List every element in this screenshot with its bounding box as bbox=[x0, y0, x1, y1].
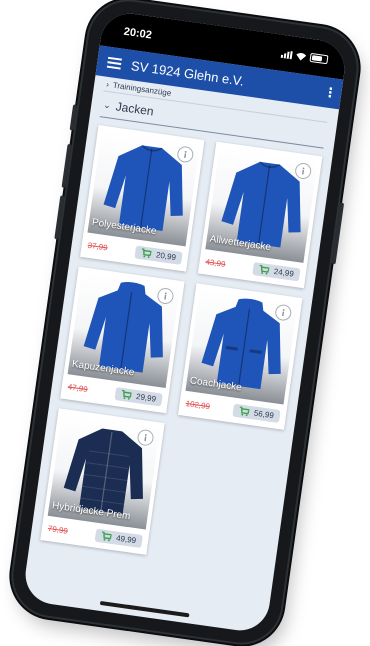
product-image: Kapuzenjacke bbox=[67, 271, 181, 388]
price: 24,99 bbox=[273, 266, 295, 279]
stage: 20:02 SV 1924 Glehn e.V. ⋮ › Trainingsan… bbox=[0, 0, 370, 646]
old-price: 79,99 bbox=[47, 523, 69, 536]
price: 29,99 bbox=[135, 391, 157, 404]
product-card[interactable]: Polyesterjacke 37,99 20,99 bbox=[80, 125, 205, 272]
price: 56,99 bbox=[253, 408, 275, 421]
section-title: Jacken bbox=[114, 99, 155, 119]
add-to-cart-button[interactable]: 29,99 bbox=[114, 387, 163, 407]
phone-volume-up bbox=[61, 143, 72, 189]
phone-side-button bbox=[69, 104, 78, 131]
cart-icon bbox=[121, 389, 132, 400]
cart-icon bbox=[101, 531, 112, 542]
battery-icon bbox=[309, 52, 329, 65]
product-card[interactable]: Kapuzenjacke 47,99 29,99 bbox=[60, 266, 185, 414]
cart-icon bbox=[141, 248, 152, 259]
product-card[interactable]: Coachjacke 102,99 56,99 bbox=[177, 283, 303, 430]
hamburger-menu-icon[interactable] bbox=[97, 55, 132, 71]
phone-power-button bbox=[331, 202, 345, 265]
wifi-icon bbox=[296, 52, 307, 61]
product-grid: Polyesterjacke 37,99 20,99 Allwetterjack… bbox=[40, 125, 323, 571]
more-vertical-icon[interactable]: ⋮ bbox=[318, 84, 342, 103]
status-time: 20:02 bbox=[122, 25, 153, 42]
phone-volume-down bbox=[54, 195, 65, 240]
signal-icon bbox=[280, 49, 293, 59]
chevron-down-icon: ⌄ bbox=[102, 99, 112, 111]
product-image: Allwetterjacke bbox=[205, 146, 318, 263]
add-to-cart-button[interactable]: 24,99 bbox=[252, 262, 301, 282]
chevron-right-icon: › bbox=[105, 79, 110, 89]
status-icons bbox=[280, 49, 329, 65]
old-price: 47,99 bbox=[67, 382, 89, 395]
phone-frame: 20:02 SV 1924 Glehn e.V. ⋮ › Trainingsan… bbox=[8, 0, 362, 646]
price: 20,99 bbox=[155, 250, 177, 263]
old-price: 37,99 bbox=[87, 240, 109, 253]
product-image: Hybridjacke Prem bbox=[47, 412, 161, 530]
notch bbox=[164, 18, 285, 61]
add-to-cart-button[interactable]: 20,99 bbox=[134, 245, 183, 265]
cart-icon bbox=[259, 264, 270, 275]
add-to-cart-button[interactable]: 56,99 bbox=[232, 403, 281, 424]
price: 49,99 bbox=[115, 533, 137, 546]
phone-screen: 20:02 SV 1924 Glehn e.V. ⋮ › Trainingsan… bbox=[21, 9, 349, 635]
product-image: Polyesterjacke bbox=[87, 129, 201, 247]
old-price: 43,99 bbox=[204, 257, 227, 270]
product-card[interactable]: Allwetterjacke 43,99 24,99 bbox=[197, 141, 323, 289]
cart-icon bbox=[239, 406, 250, 417]
product-card[interactable]: Hybridjacke Prem 79,99 49,99 bbox=[40, 408, 165, 555]
product-image: Coachjacke bbox=[185, 287, 298, 405]
old-price: 102,99 bbox=[185, 398, 211, 412]
add-to-cart-button[interactable]: 49,99 bbox=[94, 528, 143, 549]
